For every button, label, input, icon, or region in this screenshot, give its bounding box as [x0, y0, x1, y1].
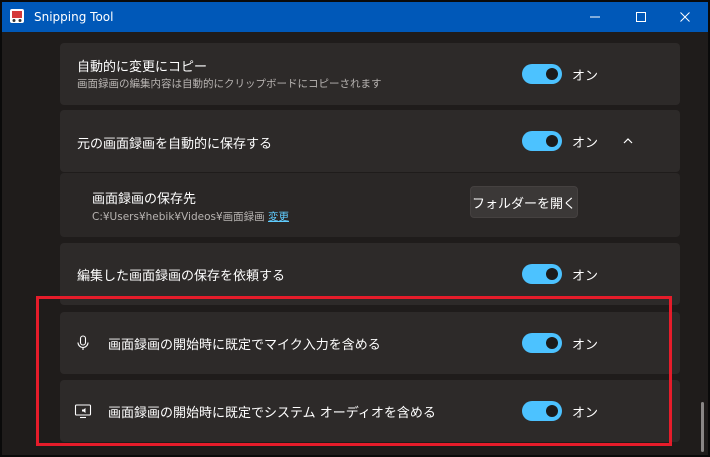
- microphone-icon: [77, 335, 89, 350]
- auto-save-toggle[interactable]: [522, 131, 562, 151]
- close-icon: [680, 12, 690, 22]
- system-audio-default-state: オン: [572, 406, 599, 421]
- toggle-knob: [546, 135, 558, 147]
- ask-save-toggle[interactable]: [522, 264, 562, 284]
- ask-save-title: 編集した画面録画の保存を依頼する: [77, 269, 286, 284]
- setting-ask-save: 編集した画面録画の保存を依頼する オン: [60, 243, 680, 305]
- save-location-title: 画面録画の保存先: [92, 192, 197, 207]
- vertical-scrollbar[interactable]: [701, 402, 704, 452]
- setting-auto-copy: 自動的に変更にコピー 画面録画の編集内容は自動的にクリップボードにコピーされます…: [60, 43, 680, 105]
- snipping-tool-app-icon: [10, 9, 24, 23]
- auto-save-title: 元の画面録画を自動的に保存する: [77, 137, 273, 152]
- auto-copy-title: 自動的に変更にコピー: [77, 60, 208, 75]
- auto-save-state: オン: [572, 136, 599, 151]
- save-location-path-line: C:¥Users¥hebik¥Videos¥画面録画 変更: [92, 209, 289, 224]
- app-window: Snipping Tool 自動的に変更にコピー 画面録画の編集内容は自動的にク…: [0, 0, 710, 457]
- maximize-icon: [636, 12, 646, 22]
- change-location-link[interactable]: 変更: [268, 211, 289, 223]
- toggle-knob: [546, 68, 558, 80]
- setting-mic-default: 画面録画の開始時に既定でマイク入力を含める オン: [60, 312, 680, 374]
- mic-default-state: オン: [572, 338, 599, 353]
- toggle-knob: [546, 405, 558, 417]
- settings-content: 自動的に変更にコピー 画面録画の編集内容は自動的にクリップボードにコピーされます…: [2, 32, 708, 455]
- system-audio-default-title: 画面録画の開始時に既定でシステム オーディオを含める: [108, 406, 436, 421]
- auto-copy-toggle[interactable]: [522, 64, 562, 84]
- setting-save-location: 画面録画の保存先 C:¥Users¥hebik¥Videos¥画面録画 変更 フ…: [60, 173, 680, 237]
- setting-system-audio-default: 画面録画の開始時に既定でシステム オーディオを含める オン: [60, 380, 680, 442]
- ask-save-state: オン: [572, 269, 599, 284]
- minimize-icon: [590, 16, 600, 18]
- maximize-button[interactable]: [618, 2, 664, 32]
- open-folder-button[interactable]: フォルダーを開く: [470, 186, 578, 218]
- title-bar[interactable]: Snipping Tool: [2, 2, 708, 32]
- system-audio-default-toggle[interactable]: [522, 401, 562, 421]
- close-button[interactable]: [662, 2, 708, 32]
- minimize-button[interactable]: [572, 2, 618, 32]
- auto-copy-description: 画面録画の編集内容は自動的にクリップボードにコピーされます: [77, 78, 382, 90]
- toggle-knob: [546, 337, 558, 349]
- toggle-knob: [546, 268, 558, 280]
- mic-default-toggle[interactable]: [522, 333, 562, 353]
- chevron-up-icon[interactable]: [621, 134, 635, 148]
- window-title: Snipping Tool: [34, 10, 114, 24]
- setting-auto-save[interactable]: 元の画面録画を自動的に保存する オン: [60, 110, 680, 172]
- auto-copy-state: オン: [572, 69, 599, 84]
- speaker-monitor-icon: [74, 404, 92, 419]
- mic-default-title: 画面録画の開始時に既定でマイク入力を含める: [108, 338, 381, 353]
- save-location-path: C:¥Users¥hebik¥Videos¥画面録画: [92, 211, 265, 223]
